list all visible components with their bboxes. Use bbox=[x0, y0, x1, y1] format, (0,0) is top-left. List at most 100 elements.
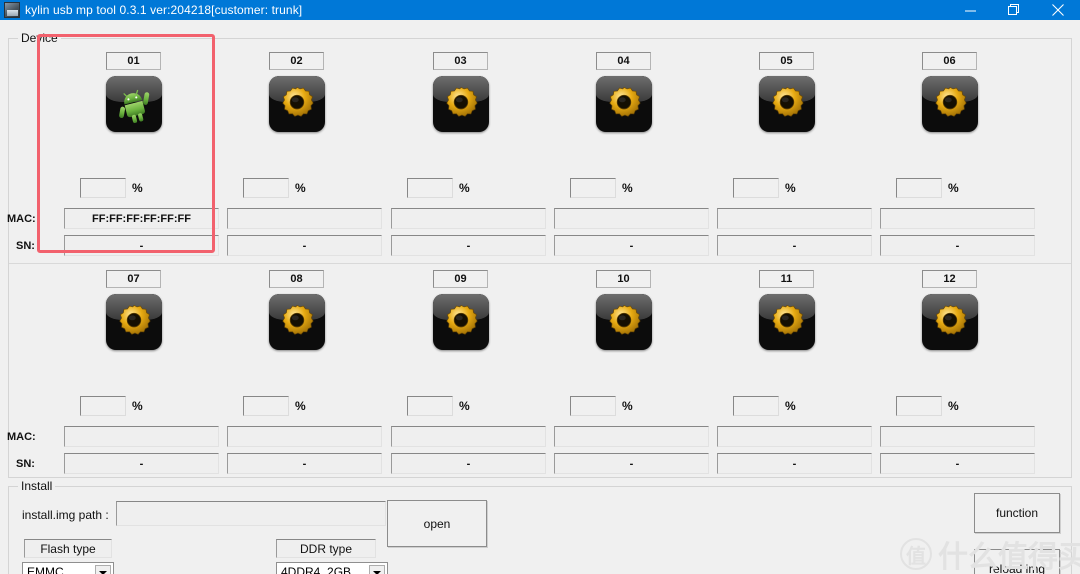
gear-icon bbox=[432, 294, 489, 350]
sn-field-02[interactable]: - bbox=[227, 235, 382, 256]
progress-input-10[interactable] bbox=[570, 396, 616, 416]
app-icon bbox=[4, 2, 20, 18]
percent-sign-09: % bbox=[459, 399, 470, 413]
mac-field-12[interactable] bbox=[880, 426, 1035, 447]
mac-field-11[interactable] bbox=[717, 426, 872, 447]
flash-type-value: EMMC bbox=[27, 565, 64, 574]
android-icon-glyph bbox=[106, 76, 162, 132]
slot-number-04: 04 bbox=[596, 52, 651, 70]
progress-row-09: % bbox=[407, 396, 470, 416]
sn-field-11[interactable]: - bbox=[717, 453, 872, 474]
percent-sign-12: % bbox=[948, 399, 959, 413]
device-slot-03[interactable]: 03 % - bbox=[379, 52, 546, 256]
device-slot-06[interactable]: 06 % - bbox=[868, 52, 1035, 256]
device-slot-02[interactable]: 02 % - bbox=[215, 52, 382, 256]
gear-icon-glyph bbox=[596, 294, 652, 350]
function-button[interactable]: function bbox=[974, 493, 1060, 533]
gear-icon-glyph bbox=[269, 294, 325, 350]
restore-button[interactable] bbox=[992, 0, 1036, 20]
mac-field-08[interactable] bbox=[227, 426, 382, 447]
progress-row-10: % bbox=[570, 396, 633, 416]
chevron-down-icon[interactable] bbox=[95, 565, 111, 574]
sn-field-01[interactable]: - bbox=[64, 235, 219, 256]
progress-input-03[interactable] bbox=[407, 178, 453, 198]
sn-label-row1: SN: bbox=[16, 240, 35, 252]
sn-field-09[interactable]: - bbox=[391, 453, 546, 474]
gear-icon-glyph bbox=[106, 294, 162, 350]
gear-icon bbox=[921, 76, 978, 132]
mac-field-10[interactable] bbox=[554, 426, 709, 447]
slot-number-10: 10 bbox=[596, 270, 651, 288]
mac-field-09[interactable] bbox=[391, 426, 546, 447]
slot-number-02: 02 bbox=[269, 52, 324, 70]
sn-field-04[interactable]: - bbox=[554, 235, 709, 256]
reload-img-button[interactable]: reload img bbox=[974, 549, 1060, 574]
percent-sign-06: % bbox=[948, 181, 959, 195]
progress-input-06[interactable] bbox=[896, 178, 942, 198]
progress-input-02[interactable] bbox=[243, 178, 289, 198]
mac-field-03[interactable] bbox=[391, 208, 546, 229]
mac-field-01[interactable]: FF:FF:FF:FF:FF:FF bbox=[64, 208, 219, 229]
progress-row-01: % bbox=[80, 178, 143, 198]
close-button[interactable] bbox=[1036, 0, 1080, 20]
device-slot-08[interactable]: 08 % - bbox=[215, 270, 382, 474]
gear-icon-glyph bbox=[759, 76, 815, 132]
chevron-down-icon[interactable] bbox=[369, 565, 385, 574]
progress-row-03: % bbox=[407, 178, 470, 198]
percent-sign-07: % bbox=[132, 399, 143, 413]
device-groupbox: Device MAC: SN: MAC: SN: 01 % FF:FF:FF:F… bbox=[7, 31, 1072, 478]
progress-input-09[interactable] bbox=[407, 396, 453, 416]
slot-number-05: 05 bbox=[759, 52, 814, 70]
device-slot-05[interactable]: 05 % - bbox=[705, 52, 872, 256]
sn-field-08[interactable]: - bbox=[227, 453, 382, 474]
progress-input-11[interactable] bbox=[733, 396, 779, 416]
gear-icon bbox=[268, 294, 325, 350]
gear-icon bbox=[432, 76, 489, 132]
progress-row-02: % bbox=[243, 178, 306, 198]
device-slot-07[interactable]: 07 % - bbox=[52, 270, 219, 474]
sn-field-06[interactable]: - bbox=[880, 235, 1035, 256]
percent-sign-03: % bbox=[459, 181, 470, 195]
mac-field-02[interactable] bbox=[227, 208, 382, 229]
progress-input-04[interactable] bbox=[570, 178, 616, 198]
gear-icon-glyph bbox=[433, 76, 489, 132]
gear-icon bbox=[595, 294, 652, 350]
device-slot-10[interactable]: 10 % - bbox=[542, 270, 709, 474]
percent-sign-11: % bbox=[785, 399, 796, 413]
device-slot-09[interactable]: 09 % - bbox=[379, 270, 546, 474]
ddr-type-select[interactable]: 4DDR4_2GB bbox=[276, 562, 388, 574]
open-button[interactable]: open bbox=[387, 500, 487, 547]
progress-input-12[interactable] bbox=[896, 396, 942, 416]
sn-field-03[interactable]: - bbox=[391, 235, 546, 256]
device-slot-12[interactable]: 12 % - bbox=[868, 270, 1035, 474]
progress-row-12: % bbox=[896, 396, 959, 416]
device-slot-04[interactable]: 04 % - bbox=[542, 52, 709, 256]
progress-row-07: % bbox=[80, 396, 143, 416]
sn-field-07[interactable]: - bbox=[64, 453, 219, 474]
device-slot-01[interactable]: 01 % FF:FF:FF:FF:FF:FF - bbox=[52, 52, 219, 256]
device-groupbox-label: Device bbox=[18, 31, 61, 45]
flash-type-select[interactable]: EMMC bbox=[22, 562, 114, 574]
mac-field-06[interactable] bbox=[880, 208, 1035, 229]
percent-sign-10: % bbox=[622, 399, 633, 413]
mac-field-05[interactable] bbox=[717, 208, 872, 229]
progress-input-08[interactable] bbox=[243, 396, 289, 416]
minimize-button[interactable] bbox=[948, 0, 992, 20]
progress-input-07[interactable] bbox=[80, 396, 126, 416]
progress-input-05[interactable] bbox=[733, 178, 779, 198]
gear-icon-glyph bbox=[922, 76, 978, 132]
device-slot-11[interactable]: 11 % - bbox=[705, 270, 872, 474]
sn-field-05[interactable]: - bbox=[717, 235, 872, 256]
ddr-type-label: DDR type bbox=[276, 539, 376, 558]
install-path-label: install.img path : bbox=[22, 508, 109, 522]
install-path-input[interactable] bbox=[116, 501, 386, 526]
progress-input-01[interactable] bbox=[80, 178, 126, 198]
gear-icon-glyph bbox=[922, 294, 978, 350]
mac-field-04[interactable] bbox=[554, 208, 709, 229]
mac-field-07[interactable] bbox=[64, 426, 219, 447]
slot-number-09: 09 bbox=[433, 270, 488, 288]
sn-field-12[interactable]: - bbox=[880, 453, 1035, 474]
android-icon bbox=[105, 76, 162, 132]
gear-icon-glyph bbox=[759, 294, 815, 350]
sn-field-10[interactable]: - bbox=[554, 453, 709, 474]
